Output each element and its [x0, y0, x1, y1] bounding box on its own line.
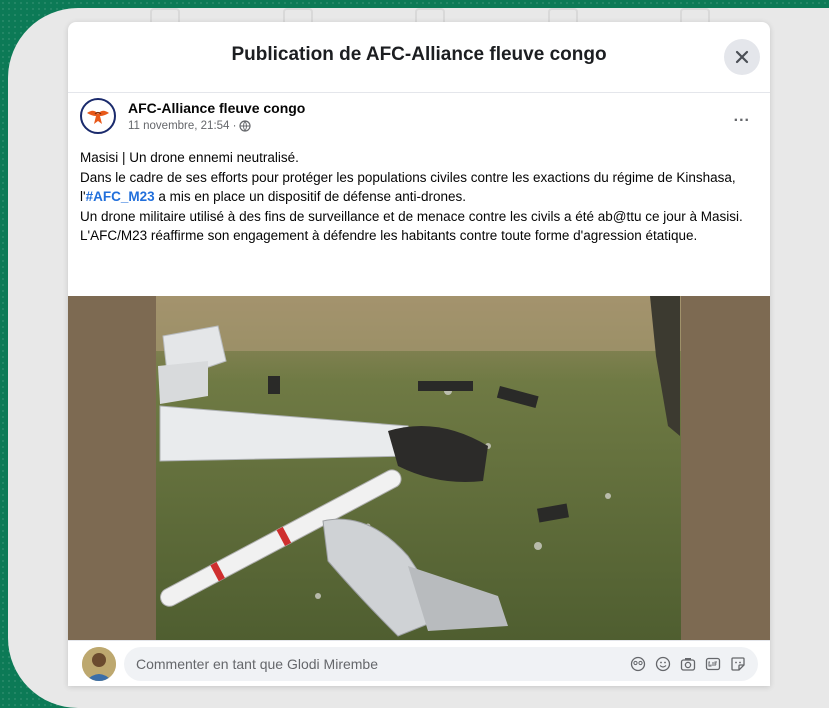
dialog-title: Publication de AFC-Alliance fleuve congo [231, 44, 607, 65]
comment-bar: Commenter en tant que Glodi Mirembe [68, 640, 770, 686]
photo-image [68, 296, 770, 640]
post-line-2: Dans le cadre de ses efforts pour protég… [80, 169, 736, 205]
comment-placeholder: Commenter en tant que Glodi Mirembe [136, 656, 378, 672]
user-avatar-image [82, 647, 116, 681]
post-timestamp[interactable]: 11 novembre, 21:54 · [128, 120, 236, 132]
avatar-sticker-icon[interactable] [630, 656, 646, 672]
post-meta: 11 novembre, 21:54 · [128, 120, 252, 132]
camera-icon[interactable] [680, 656, 696, 672]
globe-icon [239, 120, 252, 132]
emoji-icon[interactable] [655, 656, 671, 672]
post-line-4: L'AFC/M23 réaffirme son engagement à déf… [80, 228, 698, 243]
sticker-icon[interactable] [730, 656, 746, 672]
dialog-header: Publication de AFC-Alliance fleuve congo [68, 22, 770, 93]
page-avatar[interactable] [80, 98, 116, 134]
gif-icon[interactable] [705, 656, 721, 672]
comment-input[interactable]: Commenter en tant que Glodi Mirembe [124, 647, 758, 681]
drone-wreckage-photo[interactable] [68, 296, 770, 640]
post-line-1: Masisi | Un drone ennemi neutralisé. [80, 150, 299, 165]
post-line-3: Un drone militaire utilisé à des fins de… [80, 208, 743, 224]
page-logo-icon [83, 101, 113, 131]
close-icon [735, 50, 749, 64]
post-header: AFC-Alliance fleuve congo 11 novembre, 2… [80, 98, 758, 144]
user-avatar[interactable] [82, 647, 116, 681]
more-options-button[interactable]: ... [734, 108, 750, 126]
page-name-link[interactable]: AFC-Alliance fleuve congo [128, 100, 305, 116]
hashtag-link[interactable]: #AFC_M23 [86, 189, 155, 204]
comment-tools [630, 656, 746, 672]
post-dialog: Publication de AFC-Alliance fleuve congo… [68, 22, 770, 686]
post-text: Masisi | Un drone ennemi neutralisé. Dan… [80, 148, 760, 246]
close-button[interactable] [724, 39, 760, 75]
